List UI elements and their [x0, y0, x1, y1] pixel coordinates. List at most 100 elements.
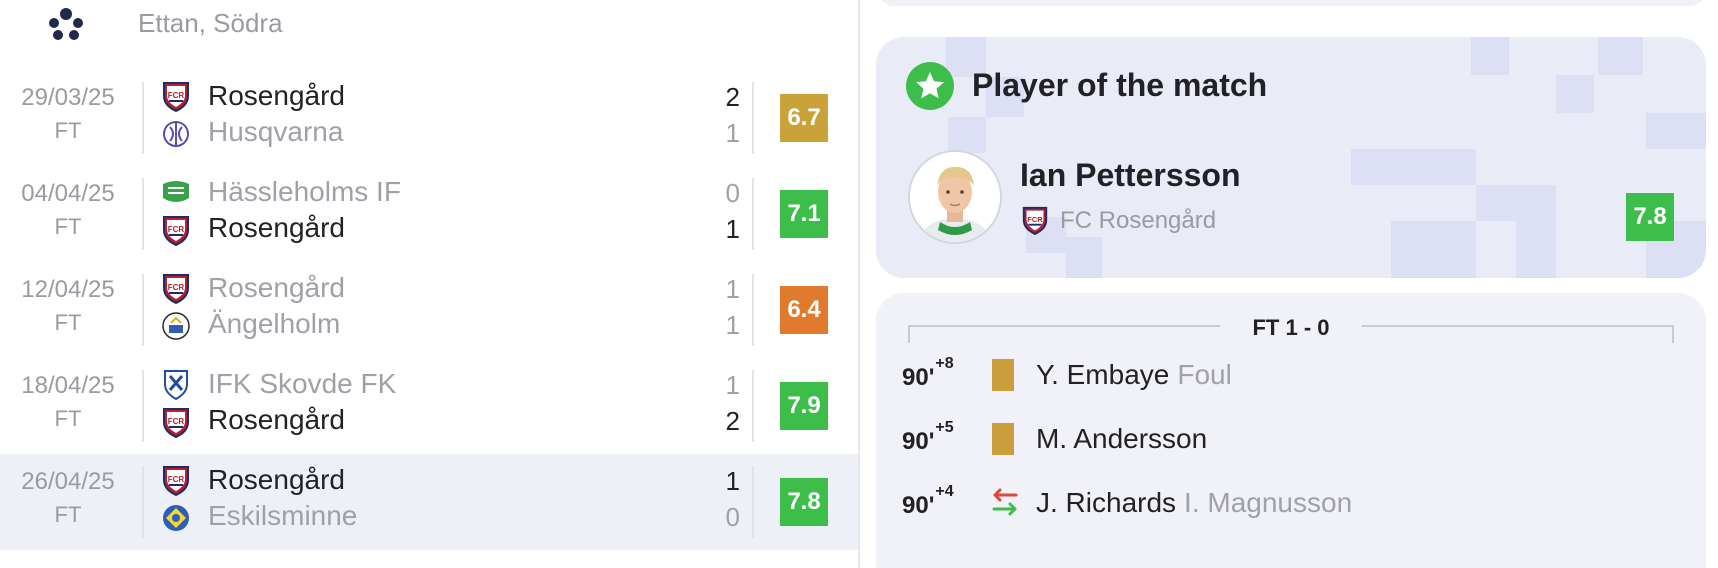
rosengard-crest-icon: [160, 214, 192, 246]
player-rating-badge: 6.7: [780, 94, 828, 142]
player-rating-badge: 7.9: [780, 382, 828, 430]
home-team-name: Rosengård: [208, 80, 345, 111]
event-minute: 90'+8: [902, 355, 954, 391]
bg-tile: [1436, 149, 1476, 185]
bracket-line-left: [908, 325, 1220, 343]
away-team-name: Eskilsminne: [208, 500, 358, 531]
substitution-icon: [988, 485, 1022, 519]
match-status: FT: [54, 406, 82, 431]
divider: [752, 274, 754, 346]
league-name: Ettan, Södra: [138, 8, 283, 38]
rosengard-crest-icon: [1020, 205, 1050, 235]
panel-divider: [858, 0, 860, 568]
away-team-name: Rosengård: [208, 212, 345, 243]
match-date: 04/04/25: [21, 180, 115, 207]
rosengard-crest-icon: [160, 464, 192, 496]
away-team-name: Rosengård: [208, 404, 345, 435]
divider: [142, 82, 144, 154]
match-events-card: FT 1 - 0 90'+8 Y. Embaye Foul 90'+5 M. An…: [876, 293, 1706, 568]
league-header[interactable]: Ettan, Södra: [0, 0, 858, 48]
divider: [752, 178, 754, 250]
player-of-the-match-card[interactable]: Player of the match Ian Pettersson FC Ro…: [876, 37, 1706, 278]
previous-card: [878, 0, 1706, 6]
event-minute: 90'+5: [902, 419, 954, 455]
avatar[interactable]: [908, 150, 1002, 244]
bg-tile: [1598, 37, 1643, 75]
away-score: 1: [725, 118, 740, 148]
event-detail: I. Magnusson: [1184, 487, 1353, 518]
event-player: J. Richards I. Magnusson: [1036, 487, 1353, 518]
player-rating-badge: 6.4: [780, 286, 828, 334]
match-status: FT: [54, 310, 82, 335]
divider: [752, 466, 754, 538]
away-score: 1: [725, 214, 740, 244]
match-status: FT: [54, 118, 82, 143]
full-time-score: FT 1 - 0: [1252, 315, 1330, 340]
potm-rating-badge: 7.8: [1626, 193, 1674, 241]
event-row[interactable]: 90'+4 J. Richards I. Magnusson: [876, 483, 1706, 523]
match-row[interactable]: 29/03/25 FT Rosengård Husqvarna 2 1 6.7: [0, 70, 858, 166]
match-row[interactable]: 26/04/25 FT Rosengård Eskilsminne 1 0 7.…: [0, 454, 858, 550]
home-score: 2: [725, 82, 740, 112]
match-date: 18/04/25: [21, 372, 115, 399]
rosengard-crest-icon: [160, 406, 192, 438]
bg-tile: [1476, 185, 1556, 221]
match-date: 29/03/25: [21, 84, 115, 111]
bg-tile: [1391, 221, 1476, 278]
bg-tile: [1556, 75, 1594, 113]
divider: [752, 370, 754, 442]
husqvarna-crest-icon: [160, 118, 192, 150]
home-team-name: Rosengård: [208, 272, 345, 303]
divider: [752, 82, 754, 154]
match-row[interactable]: 18/04/25 FT IFK Skovde FK Rosengård 1 2 …: [0, 358, 858, 454]
rosengard-crest-icon: [160, 80, 192, 112]
match-date: 26/04/25: [21, 468, 115, 495]
home-team-name: Rosengård: [208, 464, 345, 495]
event-player: Y. Embaye Foul: [1036, 359, 1232, 390]
player-rating-badge: 7.1: [780, 190, 828, 238]
divider: [142, 274, 144, 346]
away-score: 1: [725, 310, 740, 340]
yellow-card-icon: [992, 359, 1014, 391]
bracket-line-right: [1362, 325, 1674, 343]
recent-matches-panel: Ettan, Södra 29/03/25 FT Rosengård Husqv…: [0, 0, 858, 568]
yellow-card-icon: [992, 423, 1014, 455]
bg-tile: [1351, 149, 1436, 185]
ifk-skovde-crest-icon: [160, 368, 192, 400]
bg-tile: [948, 117, 986, 153]
player-name[interactable]: Ian Pettersson: [1020, 157, 1241, 194]
player-team-name[interactable]: FC Rosengård: [1060, 207, 1216, 235]
away-score: 2: [725, 406, 740, 436]
player-rating-badge: 7.8: [780, 478, 828, 526]
divider: [142, 178, 144, 250]
bg-tile: [1646, 113, 1706, 149]
bg-tile: [1471, 37, 1509, 75]
added-time: +5: [935, 419, 954, 436]
rosengard-crest-icon: [160, 272, 192, 304]
added-time: +8: [935, 355, 954, 372]
eskilsminne-crest-icon: [160, 502, 192, 534]
home-team-name: IFK Skovde FK: [208, 368, 397, 399]
match-status: FT: [54, 502, 82, 527]
added-time: +4: [935, 483, 954, 500]
match-row[interactable]: 12/04/25 FT Rosengård Ängelholm 1 1 6.4: [0, 262, 858, 358]
event-detail: Foul: [1177, 359, 1232, 390]
match-date: 12/04/25: [21, 276, 115, 303]
home-team-name: Hässleholms IF: [208, 176, 401, 207]
home-score: 0: [725, 178, 740, 208]
event-player: M. Andersson: [1036, 423, 1208, 454]
home-score: 1: [725, 466, 740, 496]
home-score: 1: [725, 274, 740, 304]
star-icon: [906, 62, 954, 110]
away-score: 0: [725, 502, 740, 532]
home-score: 1: [725, 370, 740, 400]
event-row[interactable]: 90'+5 M. Andersson: [876, 419, 1706, 459]
hassleholms-crest-icon: [160, 176, 192, 208]
angelholm-crest-icon: [160, 310, 192, 342]
event-minute: 90'+4: [902, 483, 954, 519]
divider: [142, 466, 144, 538]
match-row[interactable]: 04/04/25 FT Hässleholms IF Rosengård 0 1…: [0, 166, 858, 262]
potm-title: Player of the match: [972, 67, 1268, 103]
away-team-name: Husqvarna: [208, 116, 344, 147]
event-row[interactable]: 90'+8 Y. Embaye Foul: [876, 355, 1706, 395]
